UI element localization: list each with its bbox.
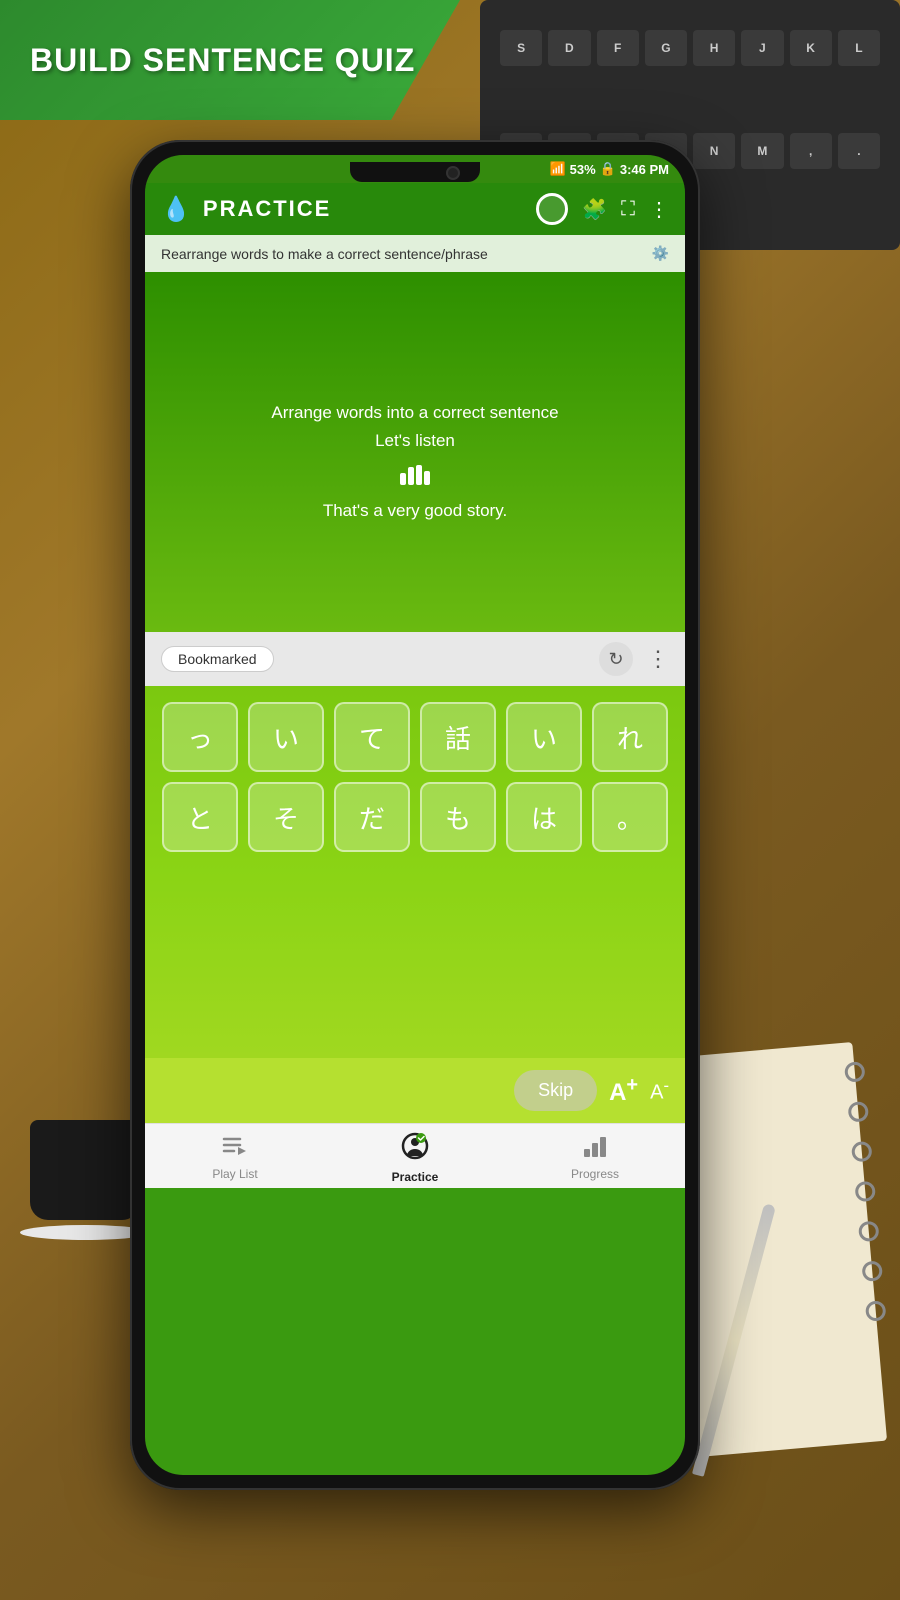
settings-icon[interactable]: ⚙️ bbox=[652, 245, 669, 262]
expand-icon[interactable]: ⛶ bbox=[621, 198, 635, 221]
tiles-row-2: と そ だ も は 。 bbox=[161, 782, 669, 852]
key: N bbox=[693, 133, 735, 169]
translation-text: That's a very good story. bbox=[323, 501, 507, 521]
key: J bbox=[741, 30, 783, 66]
font-increase-button[interactable]: A+ bbox=[609, 1074, 638, 1107]
word-tile-ha[interactable]: は bbox=[506, 782, 582, 852]
word-tile-to[interactable]: と bbox=[162, 782, 238, 852]
word-tile-i2[interactable]: い bbox=[506, 702, 582, 772]
playlist-label: Play List bbox=[212, 1167, 257, 1181]
nav-item-progress[interactable]: Progress bbox=[505, 1135, 685, 1181]
word-tile-i1[interactable]: い bbox=[248, 702, 324, 772]
key: H bbox=[693, 30, 735, 66]
phone-frame: 📶 53% 🔒 3:46 PM 💧 PRACTICE 🧩 ⛶ ⋮ Rearran… bbox=[130, 140, 700, 1490]
key: , bbox=[790, 133, 832, 169]
refresh-button[interactable]: ↻ bbox=[599, 642, 633, 676]
word-tiles-area: っ い て 話 い れ と そ だ も は 。 bbox=[145, 686, 685, 878]
ring bbox=[861, 1260, 883, 1282]
more-options-icon[interactable]: ⋮ bbox=[649, 197, 669, 222]
bottom-navigation: Play List Practice bbox=[145, 1123, 685, 1188]
key: . bbox=[838, 133, 880, 169]
header-actions: 🧩 ⛶ ⋮ bbox=[536, 193, 669, 225]
bookmark-bar: Bookmarked ↻ ⋮ bbox=[145, 632, 685, 686]
lock-icon: 🔒 bbox=[600, 161, 616, 177]
instruction-text: Rearrange words to make a correct senten… bbox=[161, 246, 488, 262]
ring bbox=[865, 1300, 887, 1322]
word-tile-tsu[interactable]: っ bbox=[162, 702, 238, 772]
key: D bbox=[548, 30, 590, 66]
status-icons: 📶 53% 🔒 3:46 PM bbox=[549, 161, 669, 177]
ring bbox=[854, 1181, 876, 1203]
phone-notch bbox=[350, 162, 480, 182]
word-tile-re[interactable]: れ bbox=[592, 702, 668, 772]
key: S bbox=[500, 30, 542, 66]
arrange-instruction: Arrange words into a correct sentence bbox=[271, 403, 558, 423]
listen-label: Let's listen bbox=[375, 431, 455, 451]
tiles-row-1: っ い て 話 い れ bbox=[161, 702, 669, 772]
app-title: PRACTICE bbox=[203, 196, 524, 222]
word-tile-so[interactable]: そ bbox=[248, 782, 324, 852]
camera bbox=[446, 166, 460, 180]
practice-label: Practice bbox=[392, 1170, 439, 1184]
skip-button[interactable]: Skip bbox=[514, 1070, 597, 1111]
lower-area bbox=[145, 878, 685, 1058]
record-button[interactable] bbox=[536, 193, 568, 225]
instruction-bar: Rearrange words to make a correct senten… bbox=[145, 235, 685, 272]
ring bbox=[847, 1101, 869, 1123]
key: M bbox=[741, 133, 783, 169]
ring bbox=[851, 1141, 873, 1163]
key: K bbox=[790, 30, 832, 66]
signal-icon: 📶 bbox=[549, 161, 565, 177]
bookmark-actions: ↻ ⋮ bbox=[599, 642, 669, 676]
word-tile-period[interactable]: 。 bbox=[592, 782, 668, 852]
cup-body bbox=[30, 1120, 140, 1220]
practice-icon bbox=[401, 1132, 429, 1166]
nav-item-playlist[interactable]: Play List bbox=[145, 1135, 325, 1181]
ring bbox=[844, 1061, 866, 1083]
key: G bbox=[645, 30, 687, 66]
word-tile-mo[interactable]: も bbox=[420, 782, 496, 852]
bookmark-badge[interactable]: Bookmarked bbox=[161, 646, 274, 672]
audio-bars-icon[interactable] bbox=[400, 461, 430, 491]
app-banner: BUILD SENTENCE QUIZ bbox=[0, 0, 460, 120]
time-display: 3:46 PM bbox=[620, 162, 669, 177]
key: F bbox=[597, 30, 639, 66]
app-header: 💧 PRACTICE 🧩 ⛶ ⋮ bbox=[145, 183, 685, 235]
banner-title: BUILD SENTENCE QUIZ bbox=[30, 42, 415, 79]
phone-screen: 📶 53% 🔒 3:46 PM 💧 PRACTICE 🧩 ⛶ ⋮ Rearran… bbox=[145, 155, 685, 1475]
app-logo-icon: 💧 bbox=[161, 195, 191, 224]
bottom-controls: Skip A+ A- bbox=[145, 1058, 685, 1123]
word-tile-hanashi[interactable]: 話 bbox=[420, 702, 496, 772]
puzzle-icon[interactable]: 🧩 bbox=[582, 197, 607, 222]
main-content-area: Arrange words into a correct sentence Le… bbox=[145, 272, 685, 632]
nav-item-practice[interactable]: Practice bbox=[325, 1132, 505, 1184]
key: L bbox=[838, 30, 880, 66]
word-tile-te[interactable]: て bbox=[334, 702, 410, 772]
battery-percent: 53% bbox=[570, 162, 596, 177]
refresh-icon: ↻ bbox=[608, 649, 623, 670]
word-tile-da[interactable]: だ bbox=[334, 782, 410, 852]
progress-icon bbox=[582, 1135, 608, 1163]
progress-label: Progress bbox=[571, 1167, 619, 1181]
ring bbox=[858, 1220, 880, 1242]
more-options-bookmark-icon[interactable]: ⋮ bbox=[647, 646, 669, 672]
font-decrease-button[interactable]: A- bbox=[650, 1076, 669, 1105]
playlist-icon bbox=[222, 1135, 248, 1163]
